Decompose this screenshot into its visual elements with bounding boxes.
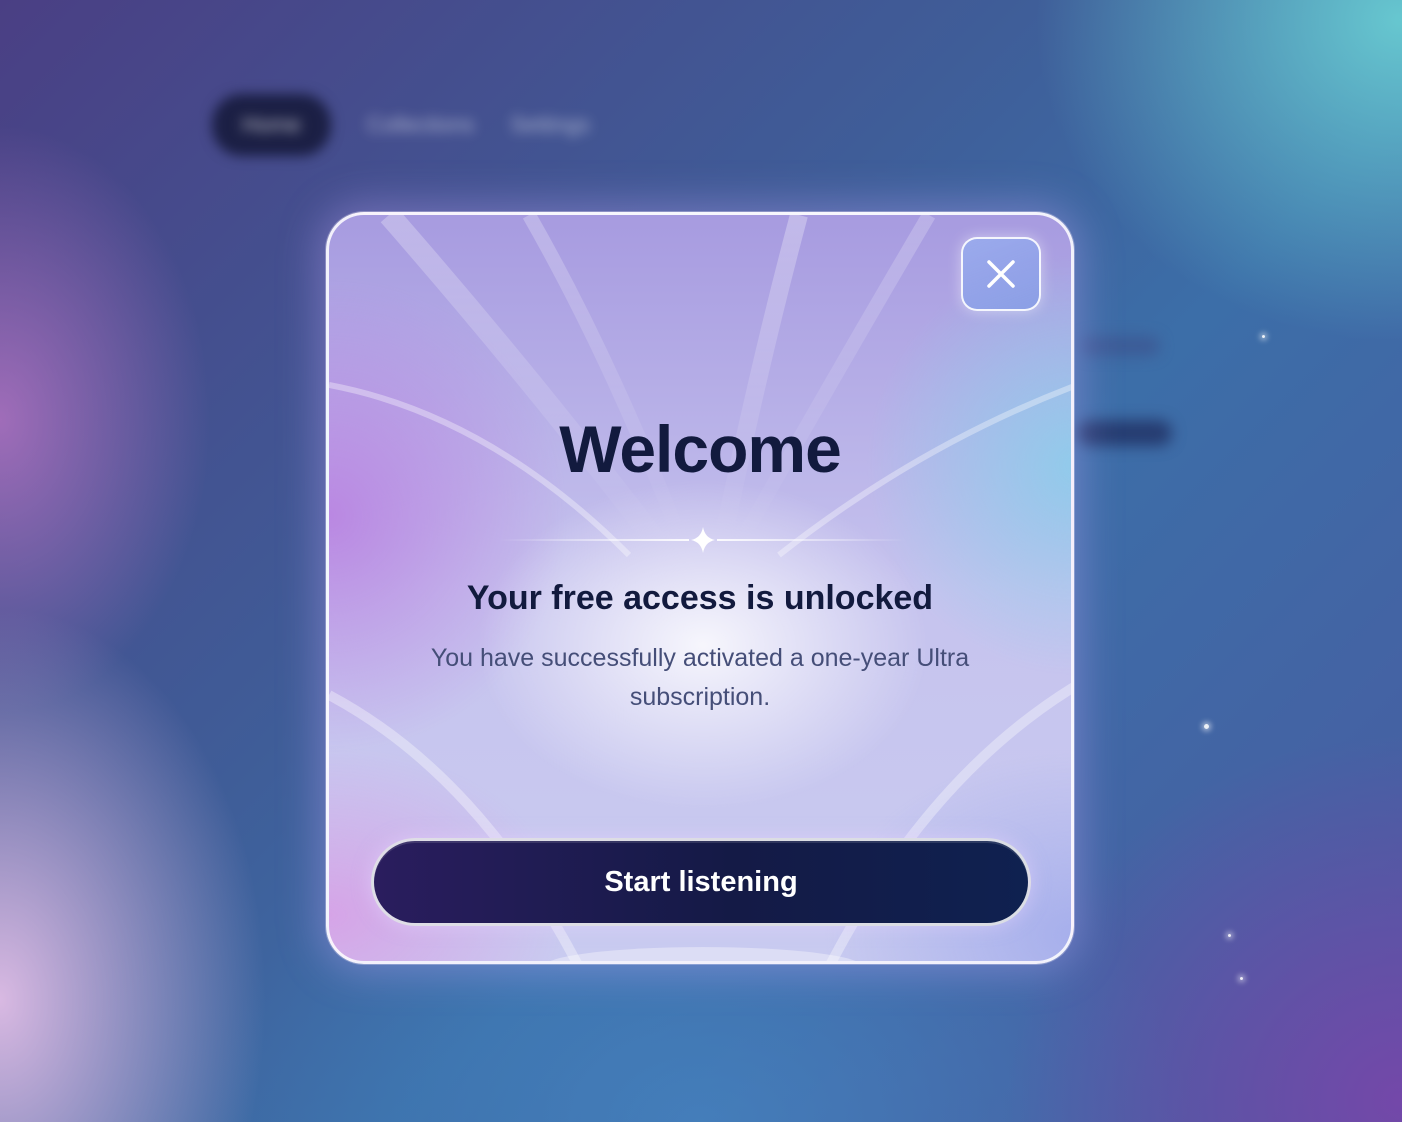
welcome-dialog: Welcome Your free access is unlocked You… [326, 212, 1074, 964]
sparkle-dot [1240, 977, 1243, 980]
background-nav-item: Settings [510, 112, 590, 137]
background-blurred-element [1076, 420, 1172, 446]
dialog-title: Welcome [559, 412, 842, 486]
sparkle-icon [691, 527, 715, 553]
close-icon [987, 260, 1015, 288]
background-nav: Home Collections Settings [212, 94, 590, 156]
app-background: Home Collections Settings Welcome Your f… [0, 0, 1402, 1122]
close-button[interactable] [961, 237, 1041, 311]
sparkle-dot [1228, 934, 1231, 937]
background-nav-item-active: Home [212, 94, 331, 156]
start-listening-button[interactable]: Start listening [371, 838, 1031, 926]
sparkle-divider [499, 527, 907, 553]
background-blurred-element [1080, 336, 1160, 356]
sparkle-dot [1262, 335, 1265, 338]
dialog-subtitle: Your free access is unlocked [466, 579, 934, 617]
dialog-message: You have successfully activated a one-ye… [430, 644, 970, 711]
sparkle-dot [1204, 724, 1209, 729]
background-nav-item: Collections [366, 112, 475, 137]
